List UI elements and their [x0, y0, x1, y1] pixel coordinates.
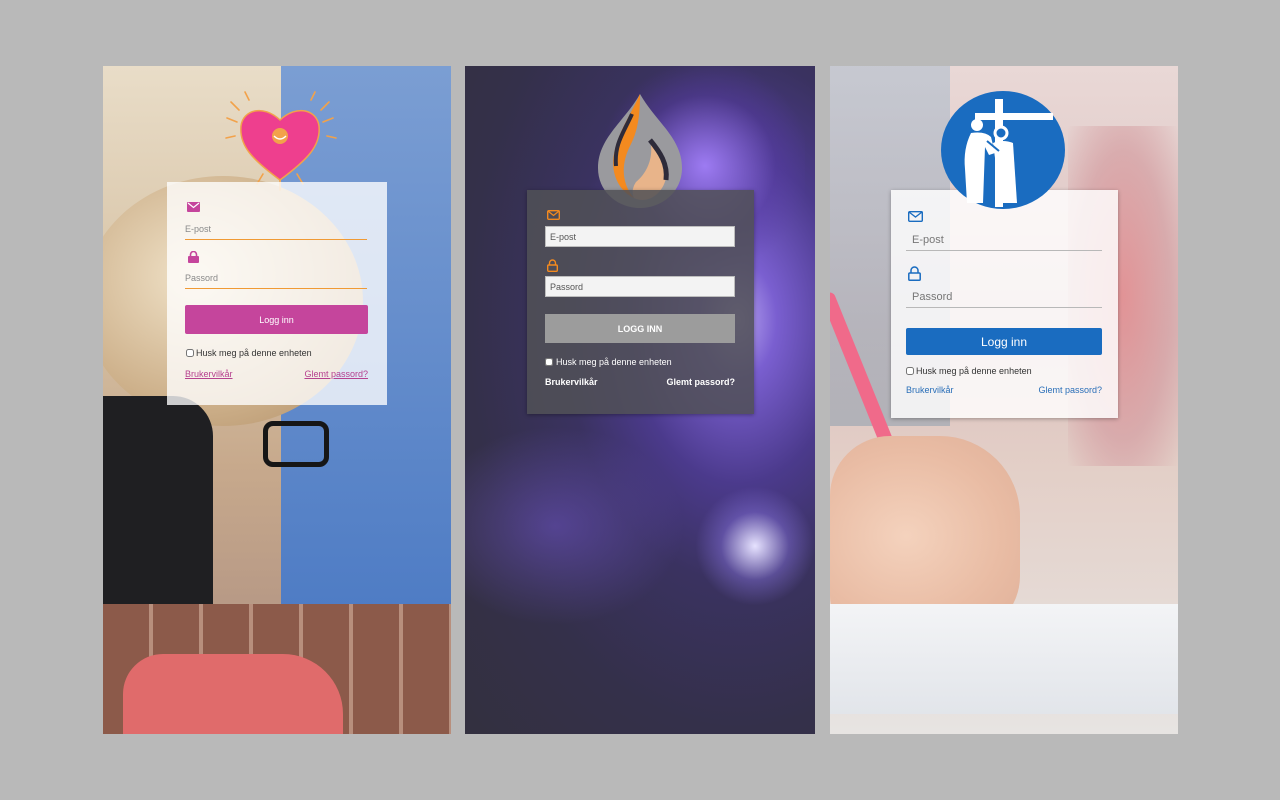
login-card-3: Logg inn Husk meg på denne enheten Bruke…: [891, 190, 1118, 418]
email-input[interactable]: [906, 229, 1102, 251]
remember-checkbox[interactable]: [186, 349, 194, 357]
envelope-icon: [187, 202, 200, 212]
login-button[interactable]: Logg inn: [185, 305, 368, 334]
terms-link[interactable]: Brukervilkår: [545, 377, 598, 387]
password-input[interactable]: [545, 276, 735, 297]
password-input[interactable]: [906, 286, 1102, 308]
terms-link[interactable]: Brukervilkår: [906, 385, 954, 395]
forgot-password-link[interactable]: Glemt passord?: [1038, 385, 1102, 395]
lock-icon: [188, 251, 199, 263]
envelope-icon: [547, 210, 560, 220]
login-card-2: LOGG INN Husk meg på denne enheten Bruke…: [527, 190, 754, 414]
background-cloth: [123, 654, 343, 734]
forgot-password-link[interactable]: Glemt passord?: [304, 369, 368, 379]
background-glasses: [263, 421, 329, 467]
login-button[interactable]: Logg inn: [906, 328, 1102, 355]
email-input[interactable]: [545, 226, 735, 247]
remember-label: Husk meg på denne enheten: [556, 357, 672, 367]
terms-link[interactable]: Brukervilkår: [185, 369, 233, 379]
remember-checkbox[interactable]: [906, 367, 914, 375]
forgot-password-link[interactable]: Glemt passord?: [666, 377, 735, 387]
password-input[interactable]: [185, 268, 367, 289]
background-glow: [465, 426, 685, 626]
heart-logo: [225, 91, 337, 191]
envelope-icon: [908, 211, 923, 222]
remember-checkbox[interactable]: [545, 358, 553, 366]
remember-label: Husk meg på denne enheten: [916, 366, 1032, 376]
remember-label: Husk meg på denne enheten: [196, 348, 312, 358]
login-button[interactable]: LOGG INN: [545, 314, 735, 343]
email-input[interactable]: [185, 219, 367, 240]
background-paper: [830, 604, 1178, 714]
login-card-1: Logg inn Husk meg på denne enheten Bruke…: [167, 182, 387, 405]
lock-icon: [547, 259, 558, 272]
cross-figures-logo: [941, 91, 1065, 209]
background-glow: [695, 486, 815, 606]
lock-icon: [908, 266, 921, 281]
